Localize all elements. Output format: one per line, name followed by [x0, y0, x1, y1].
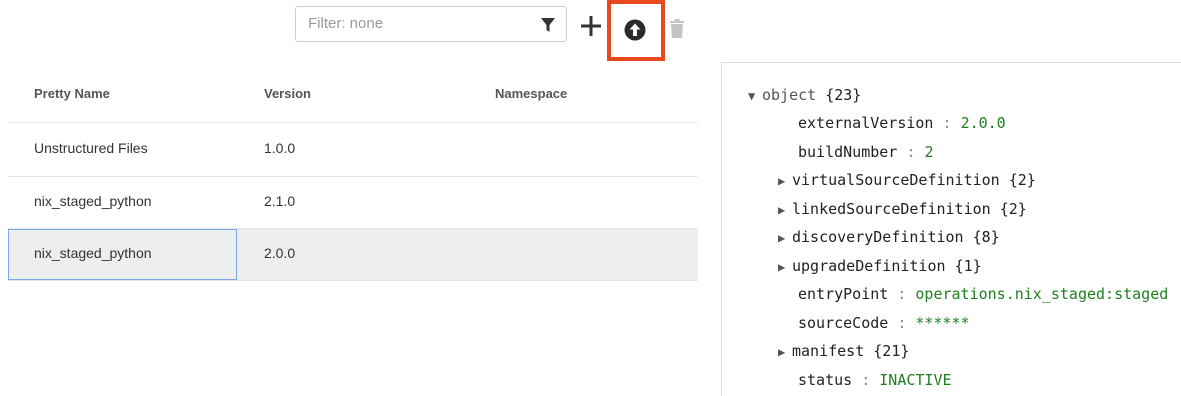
node-key: object [762, 86, 817, 104]
cell-pretty-name: nix_staged_python [34, 245, 152, 261]
table-row[interactable]: Unstructured Files 1.0.0 [8, 124, 698, 175]
divider [8, 280, 698, 281]
add-plugin-button[interactable] [577, 12, 605, 40]
node-separator: : [942, 114, 952, 132]
tree-node-externalversion: externalVersion : 2.0.0 [798, 114, 1006, 132]
node-key: discoveryDefinition [792, 228, 964, 246]
node-key: linkedSourceDefinition [792, 200, 991, 218]
node-key: externalVersion [798, 114, 934, 132]
collapsed-arrow-icon[interactable]: ▶ [778, 345, 792, 359]
node-key: sourceCode [798, 314, 889, 332]
cell-pretty-name: nix_staged_python [34, 193, 152, 209]
node-value: INACTIVE [879, 371, 952, 389]
filter-icon[interactable] [540, 17, 556, 33]
divider [8, 122, 698, 123]
node-key: manifest [792, 342, 865, 360]
node-count: {1} [954, 257, 982, 275]
node-count: {2} [1008, 171, 1036, 189]
node-count: {8} [972, 228, 1000, 246]
filter-box[interactable] [295, 6, 567, 42]
node-key: entryPoint [798, 285, 889, 303]
cell-pretty-name: Unstructured Files [34, 140, 148, 156]
collapsed-arrow-icon[interactable]: ▶ [778, 203, 792, 217]
cell-version: 2.1.0 [264, 193, 296, 209]
tree-node-manifest[interactable]: ▶ manifest {21} [778, 342, 909, 360]
node-key: status [798, 371, 853, 389]
tree-node-status: status : INACTIVE [798, 371, 952, 389]
column-header-pretty-name[interactable]: Pretty Name [34, 86, 110, 101]
column-header-version[interactable]: Version [264, 86, 311, 101]
table-row[interactable]: nix_staged_python 2.1.0 [8, 177, 698, 228]
node-separator: : [897, 314, 907, 332]
details-panel-border [721, 62, 722, 396]
details-panel-border [721, 62, 1181, 63]
node-value: operations.nix_staged:staged [915, 285, 1169, 303]
cell-version: 2.0.0 [264, 245, 296, 261]
table-row-selected[interactable]: nix_staged_python 2.0.0 [8, 229, 698, 280]
tree-node-buildnumber: buildNumber : 2 [798, 143, 933, 161]
node-value: ****** [915, 314, 970, 332]
column-header-namespace[interactable]: Namespace [495, 86, 567, 101]
tree-node-entrypoint: entryPoint : operations.nix_staged:stage… [798, 285, 1168, 303]
tree-node-linkedsourcedefinition[interactable]: ▶ linkedSourceDefinition {2} [778, 200, 1027, 218]
expanded-arrow-icon[interactable]: ▼ [748, 89, 762, 103]
node-count: {23} [825, 86, 862, 104]
tree-node-upgradedefinition[interactable]: ▶ upgradeDefinition {1} [778, 257, 982, 275]
node-separator: : [861, 371, 871, 389]
node-key: virtualSourceDefinition [792, 171, 1000, 189]
tree-node-root[interactable]: ▼ object {23} [748, 86, 861, 104]
filter-input[interactable] [308, 15, 528, 32]
tree-node-virtualsourcedefinition[interactable]: ▶ virtualSourceDefinition {2} [778, 171, 1036, 189]
cell-version: 1.0.0 [264, 140, 296, 156]
node-value: 2.0.0 [960, 114, 1006, 132]
node-key: upgradeDefinition [792, 257, 946, 275]
upload-button[interactable] [624, 19, 646, 41]
tree-node-discoverydefinition[interactable]: ▶ discoveryDefinition {8} [778, 228, 1000, 246]
node-separator: : [906, 143, 916, 161]
node-value: 2 [924, 143, 934, 161]
node-count: {21} [873, 342, 910, 360]
node-key: buildNumber [798, 143, 898, 161]
node-separator: : [897, 285, 907, 303]
collapsed-arrow-icon[interactable]: ▶ [778, 260, 792, 274]
collapsed-arrow-icon[interactable]: ▶ [778, 231, 792, 245]
delete-button[interactable] [669, 19, 685, 39]
collapsed-arrow-icon[interactable]: ▶ [778, 174, 792, 188]
node-count: {2} [999, 200, 1027, 218]
tree-node-sourcecode: sourceCode : ****** [798, 314, 970, 332]
